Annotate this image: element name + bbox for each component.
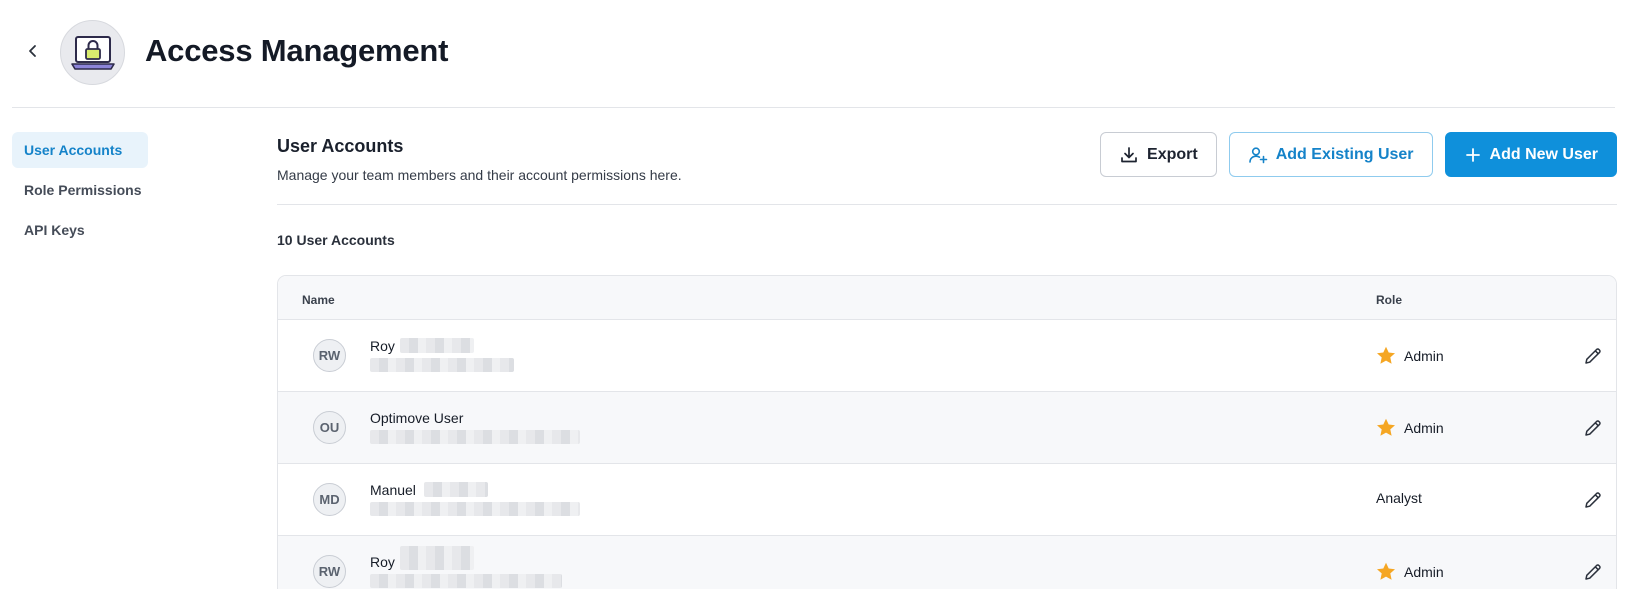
- redacted-email: [370, 430, 580, 444]
- redacted-email: [370, 358, 514, 372]
- edit-user-button[interactable]: [1581, 488, 1605, 512]
- column-header-name: Name: [302, 293, 335, 307]
- pencil-icon: [1585, 492, 1601, 508]
- redacted-surname: [424, 482, 488, 497]
- star-icon: [1377, 418, 1395, 436]
- avatar: RW: [313, 555, 346, 588]
- table-row: OU Optimove User Admin: [278, 392, 1616, 464]
- avatar: RW: [313, 339, 346, 372]
- role-label: Admin: [1404, 419, 1444, 436]
- add-existing-user-label: Add Existing User: [1275, 145, 1414, 163]
- page-header: Access Management: [0, 0, 1640, 108]
- table-header: Name Role: [278, 276, 1616, 320]
- user-accounts-table: Name Role RW Roy Admin OU Optimove User …: [277, 275, 1617, 589]
- chevron-left-icon: [29, 45, 36, 57]
- role-label: Admin: [1404, 347, 1444, 364]
- section-description: Manage your team members and their accou…: [277, 167, 682, 183]
- sidebar-item-api-keys[interactable]: API Keys: [12, 212, 148, 248]
- edit-user-button[interactable]: [1581, 416, 1605, 440]
- redacted-email: [370, 574, 562, 588]
- avatar: OU: [313, 411, 346, 444]
- add-existing-user-button[interactable]: Add Existing User: [1228, 132, 1433, 177]
- redacted-surname: [400, 338, 474, 353]
- sidebar-item-role-permissions[interactable]: Role Permissions: [12, 172, 148, 208]
- table-row: RW Roy Admin: [278, 320, 1616, 392]
- star-icon: [1377, 346, 1395, 364]
- export-button[interactable]: Export: [1100, 132, 1217, 177]
- pencil-icon: [1585, 348, 1601, 364]
- redacted-surname: [400, 546, 474, 570]
- section-divider: [277, 204, 1617, 205]
- table-row: MD Manuel Analyst: [278, 464, 1616, 536]
- role-cell: Admin: [1376, 562, 1444, 581]
- edit-user-button[interactable]: [1581, 344, 1605, 368]
- access-management-app-icon: [60, 20, 125, 85]
- role-label: Admin: [1404, 563, 1444, 580]
- download-icon: [1121, 146, 1137, 162]
- role-cell: Analyst: [1376, 490, 1422, 506]
- page-title: Access Management: [145, 33, 449, 68]
- role-cell: Admin: [1376, 418, 1444, 437]
- table-row: RW Roy Admin: [278, 536, 1616, 589]
- add-new-user-button[interactable]: Add New User: [1444, 132, 1617, 177]
- user-name: Optimove User: [370, 410, 464, 426]
- star-icon: [1377, 562, 1395, 580]
- edit-user-button[interactable]: [1581, 560, 1605, 584]
- laptop-lock-icon: [70, 35, 115, 70]
- user-name: Roy: [370, 554, 395, 570]
- sidebar-nav: User Accounts Role Permissions API Keys: [12, 132, 148, 252]
- user-name: Manuel: [370, 482, 416, 498]
- action-buttons: Export Add Existing User Add New User: [1100, 132, 1617, 177]
- role-cell: Admin: [1376, 346, 1444, 365]
- user-count-label: 10 User Accounts: [277, 232, 395, 248]
- column-header-role: Role: [1376, 293, 1403, 307]
- export-button-label: Export: [1147, 145, 1198, 163]
- add-new-user-label: Add New User: [1489, 145, 1598, 163]
- avatar: MD: [313, 483, 346, 516]
- user-name: Roy: [370, 338, 395, 354]
- role-label: Analyst: [1376, 490, 1422, 506]
- section-title: User Accounts: [277, 136, 404, 156]
- main-content: User Accounts Manage your team members a…: [277, 108, 1617, 589]
- plus-icon: [1465, 147, 1480, 162]
- redacted-email: [370, 502, 580, 516]
- sidebar-item-user-accounts[interactable]: User Accounts: [12, 132, 148, 168]
- pencil-icon: [1585, 564, 1601, 580]
- pencil-icon: [1585, 420, 1601, 436]
- user-plus-icon: [1248, 146, 1268, 163]
- back-button[interactable]: [22, 40, 44, 62]
